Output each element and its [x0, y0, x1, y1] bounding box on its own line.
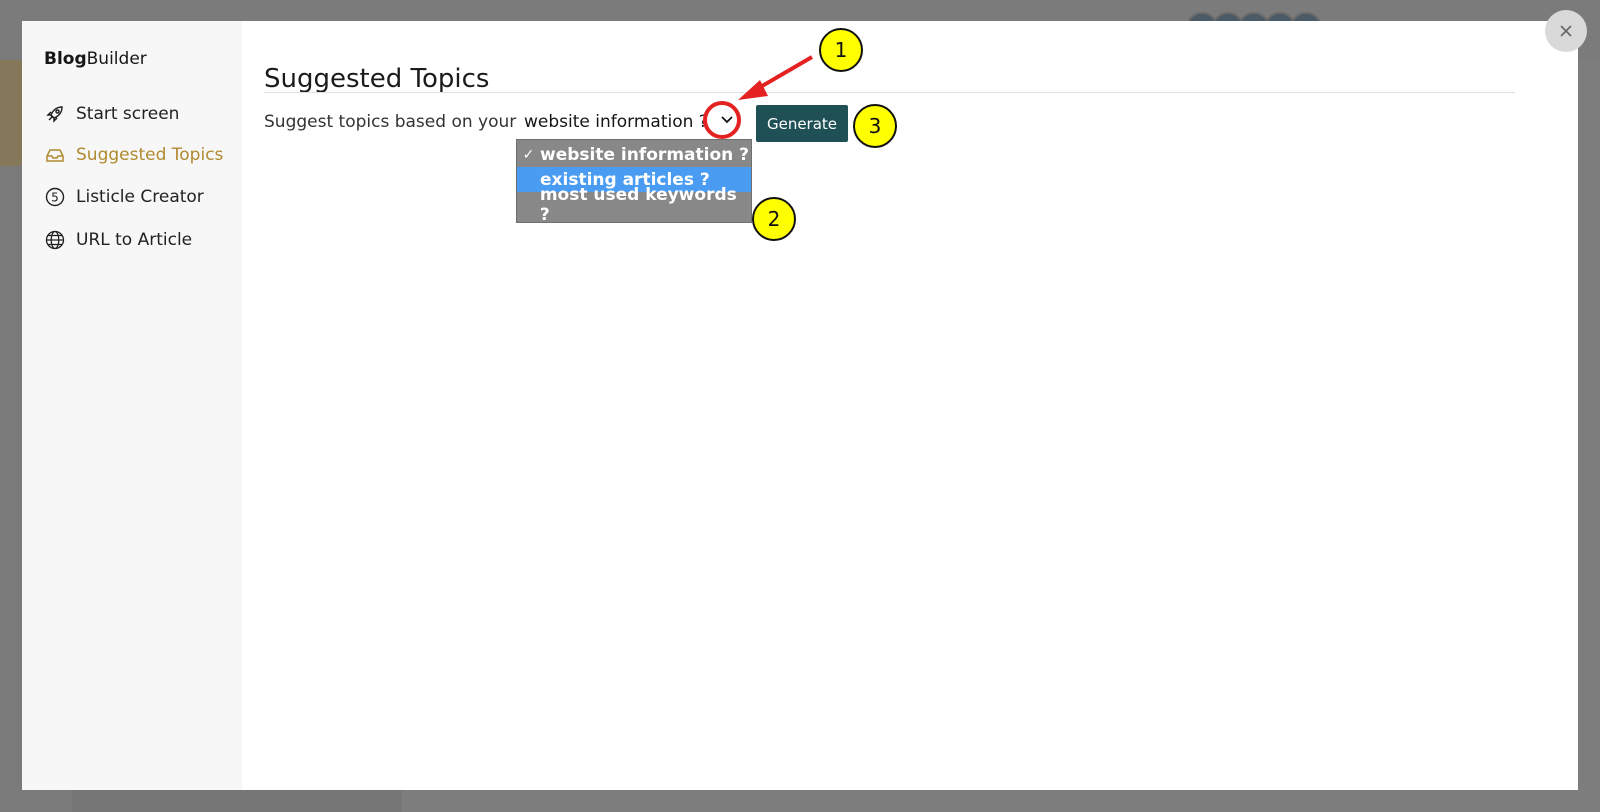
callout-badge-2: 2 [752, 197, 796, 241]
title-divider [264, 92, 1515, 93]
topic-source-dropdown: ✓ website information ? existing article… [516, 139, 752, 225]
sidebar-item-label: Suggested Topics [76, 145, 224, 165]
dropdown-option-label: most used keywords ? [539, 184, 737, 225]
page-title: Suggested Topics [264, 64, 490, 95]
modal-sidebar: BlogBuilder Start screen Suggested Topic… [22, 21, 242, 790]
close-button[interactable] [1545, 10, 1587, 52]
svg-text:5: 5 [51, 191, 59, 205]
close-icon [1560, 25, 1572, 37]
number-five-icon: 5 [44, 186, 66, 208]
dropdown-option-label: website information ? [540, 144, 750, 165]
sidebar-item-label: URL to Article [76, 230, 193, 250]
callout-badge-3: 3 [853, 104, 897, 148]
dropdown-option-most-used-keywords[interactable]: most used keywords ? [517, 185, 751, 225]
topic-source-select[interactable]: website information ? [524, 112, 708, 132]
background-footer [72, 790, 402, 812]
sidebar-item-label: Listicle Creator [76, 187, 204, 207]
sidebar-item-label: Start screen [76, 104, 180, 124]
brand-logo: BlogBuilder [44, 49, 147, 69]
blogbuilder-modal: BlogBuilder Start screen Suggested Topic… [22, 21, 1578, 790]
sidebar-item-url-to-article[interactable]: URL to Article [44, 226, 192, 254]
callout-badge-1: 1 [819, 28, 863, 72]
brand-bold: Blog [44, 49, 87, 69]
highlight-circle [703, 101, 741, 139]
suggest-prompt-label: Suggest topics based on your [264, 112, 517, 132]
rocket-icon [44, 103, 66, 125]
dropdown-option-website-information[interactable]: ✓ website information ? [517, 142, 751, 167]
checkmark-icon: ✓ [522, 146, 535, 163]
sidebar-item-start-screen[interactable]: Start screen [44, 100, 179, 128]
generate-button[interactable]: Generate [756, 105, 848, 142]
globe-icon [44, 229, 66, 251]
inbox-icon [44, 144, 66, 166]
brand-rest: Builder [86, 49, 147, 69]
sidebar-item-suggested-topics[interactable]: Suggested Topics [44, 141, 223, 169]
sidebar-item-listicle-creator[interactable]: 5 Listicle Creator [44, 183, 204, 211]
